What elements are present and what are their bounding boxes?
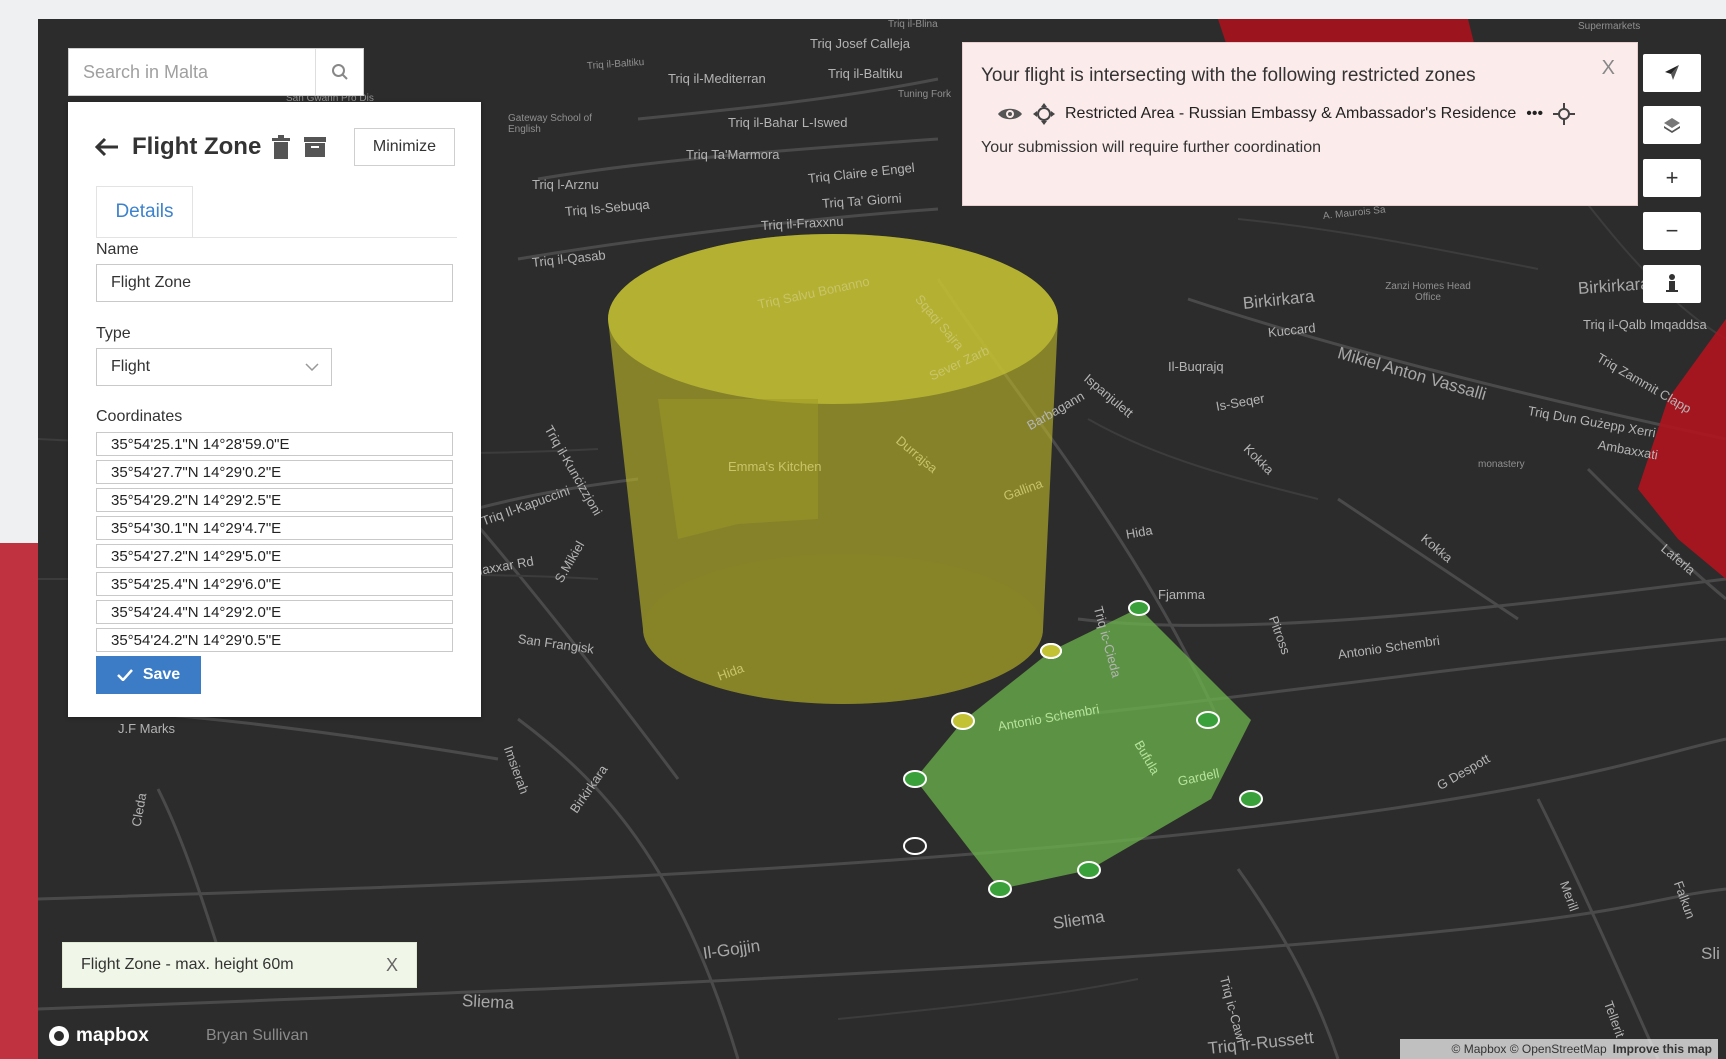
layers-button[interactable] bbox=[1643, 106, 1701, 144]
coordinate-field[interactable]: 35°54'25.4"N 14°29'6.0"E bbox=[96, 572, 453, 596]
restricted-zone-name: Restricted Area - Russian Embassy & Amba… bbox=[1065, 105, 1517, 122]
zoom-in-button[interactable]: + bbox=[1643, 159, 1701, 197]
trash-icon bbox=[272, 135, 291, 159]
street-label: Triq il-Mediterran bbox=[668, 71, 766, 86]
street-view-button[interactable] bbox=[1643, 265, 1701, 303]
type-select-value: Flight bbox=[111, 358, 151, 375]
street-label: Triq il-Qalb Imqaddsa bbox=[1583, 317, 1707, 332]
restricted-zones-alert: Your flight is intersecting with the fol… bbox=[962, 42, 1638, 206]
coordinate-field[interactable]: 35°54'24.2"N 14°29'0.5"E bbox=[96, 628, 453, 652]
move-icon[interactable] bbox=[1033, 103, 1055, 125]
coordinate-field[interactable]: 35°54'27.2"N 14°29'5.0"E bbox=[96, 544, 453, 568]
street-label: Sliema bbox=[461, 991, 515, 1013]
delete-button[interactable] bbox=[267, 133, 295, 161]
search-bar bbox=[68, 48, 364, 96]
street-label: Triq Josef Calleja bbox=[810, 36, 910, 51]
panel-title: Flight Zone bbox=[132, 133, 262, 160]
coordinate-field[interactable]: 35°54'29.2"N 14°29'2.5"E bbox=[96, 488, 453, 512]
coordinate-field[interactable]: 35°54'24.4"N 14°29'2.0"E bbox=[96, 600, 453, 624]
street-label: Gateway School of English bbox=[508, 113, 592, 135]
person-icon bbox=[1666, 274, 1678, 292]
street-label: Triq il-Blina bbox=[888, 19, 938, 30]
street-label: Triq l-Arznu bbox=[532, 177, 599, 192]
archive-icon bbox=[304, 137, 327, 157]
map-attribution: © Mapbox © OpenStreetMap Improve this ma… bbox=[1400, 1039, 1718, 1059]
restricted-zone-item: Restricted Area - Russian Embassy & Amba… bbox=[997, 103, 1619, 125]
zoom-out-button[interactable]: − bbox=[1643, 212, 1701, 250]
search-button[interactable] bbox=[315, 49, 363, 95]
coordinate-field[interactable]: 35°54'30.1"N 14°29'4.7"E bbox=[96, 516, 453, 540]
locate-icon[interactable] bbox=[1553, 103, 1576, 125]
street-label: Fjamma bbox=[1158, 587, 1205, 602]
eye-icon[interactable] bbox=[997, 106, 1023, 122]
coordinate-field[interactable]: 35°54'27.7"N 14°29'0.2"E bbox=[96, 460, 453, 484]
coordinate-field[interactable]: 35°54'25.1"N 14°28'59.0"E bbox=[96, 432, 453, 456]
street-label: Triq Ta'Marmora bbox=[686, 147, 780, 162]
type-select[interactable]: Flight bbox=[96, 348, 332, 386]
street-label: Supermarkets bbox=[1578, 21, 1641, 32]
tab-divider bbox=[96, 237, 457, 238]
chip-label: Flight Zone - max. height 60m bbox=[81, 956, 294, 973]
street-label: Zanzi Homes Head Office bbox=[1385, 281, 1471, 303]
minimize-button[interactable]: Minimize bbox=[353, 128, 455, 166]
chevron-down-icon bbox=[305, 363, 319, 371]
street-label: Triq il-Baltiku bbox=[828, 66, 903, 81]
compass-button[interactable] bbox=[1643, 54, 1701, 92]
street-label: J.F Marks bbox=[118, 721, 176, 736]
alert-title: Your flight is intersecting with the fol… bbox=[981, 65, 1476, 86]
attribution-text[interactable]: © Mapbox © OpenStreetMap bbox=[1452, 1042, 1607, 1056]
more-options-button[interactable]: ••• bbox=[1526, 105, 1543, 123]
panel-header: Flight Zone Minimize bbox=[94, 124, 455, 170]
street-label: Triq il-Bahar L-Iswed bbox=[728, 115, 848, 130]
tab-details[interactable]: Details bbox=[96, 186, 193, 238]
type-label: Type bbox=[96, 325, 131, 342]
coordinates-list: 35°54'25.1"N 14°28'59.0"E 35°54'27.7"N 1… bbox=[96, 432, 453, 656]
name-label: Name bbox=[96, 241, 139, 258]
save-button[interactable]: Save bbox=[96, 656, 201, 694]
search-icon bbox=[331, 64, 348, 80]
street-label: Il-Buqrajq bbox=[1168, 359, 1224, 374]
mapbox-logo-text: mapbox bbox=[76, 1025, 149, 1046]
layers-icon bbox=[1664, 118, 1680, 133]
back-button[interactable] bbox=[94, 132, 124, 162]
coordinates-label: Coordinates bbox=[96, 408, 183, 425]
mapbox-icon bbox=[49, 1026, 69, 1046]
mapbox-logo[interactable]: mapbox bbox=[48, 1025, 149, 1047]
name-field[interactable]: Flight Zone bbox=[96, 264, 453, 302]
street-label: Sli bbox=[1701, 944, 1720, 963]
arrow-left-icon bbox=[94, 137, 118, 157]
search-input[interactable] bbox=[69, 49, 315, 95]
chip-close-button[interactable]: X bbox=[386, 955, 398, 976]
alert-close-button[interactable]: X bbox=[1602, 57, 1615, 80]
archive-button[interactable] bbox=[301, 133, 329, 161]
street-label: monastery bbox=[1478, 459, 1525, 470]
flight-zone-panel: Flight Zone Minimize Details Name Flight… bbox=[68, 102, 481, 717]
owner-name: Bryan Sullivan bbox=[206, 1027, 309, 1044]
improve-map-link[interactable]: Improve this map bbox=[1613, 1042, 1712, 1056]
street-label: Tuning Fork bbox=[898, 89, 951, 100]
street-label: Emma's Kitchen bbox=[728, 459, 822, 474]
flight-zone-chip: Flight Zone - max. height 60m X bbox=[62, 942, 417, 988]
save-button-label: Save bbox=[142, 666, 181, 683]
alert-footer: Your submission will require further coo… bbox=[981, 139, 1322, 156]
compass-icon bbox=[1665, 65, 1679, 80]
check-icon bbox=[116, 669, 133, 681]
